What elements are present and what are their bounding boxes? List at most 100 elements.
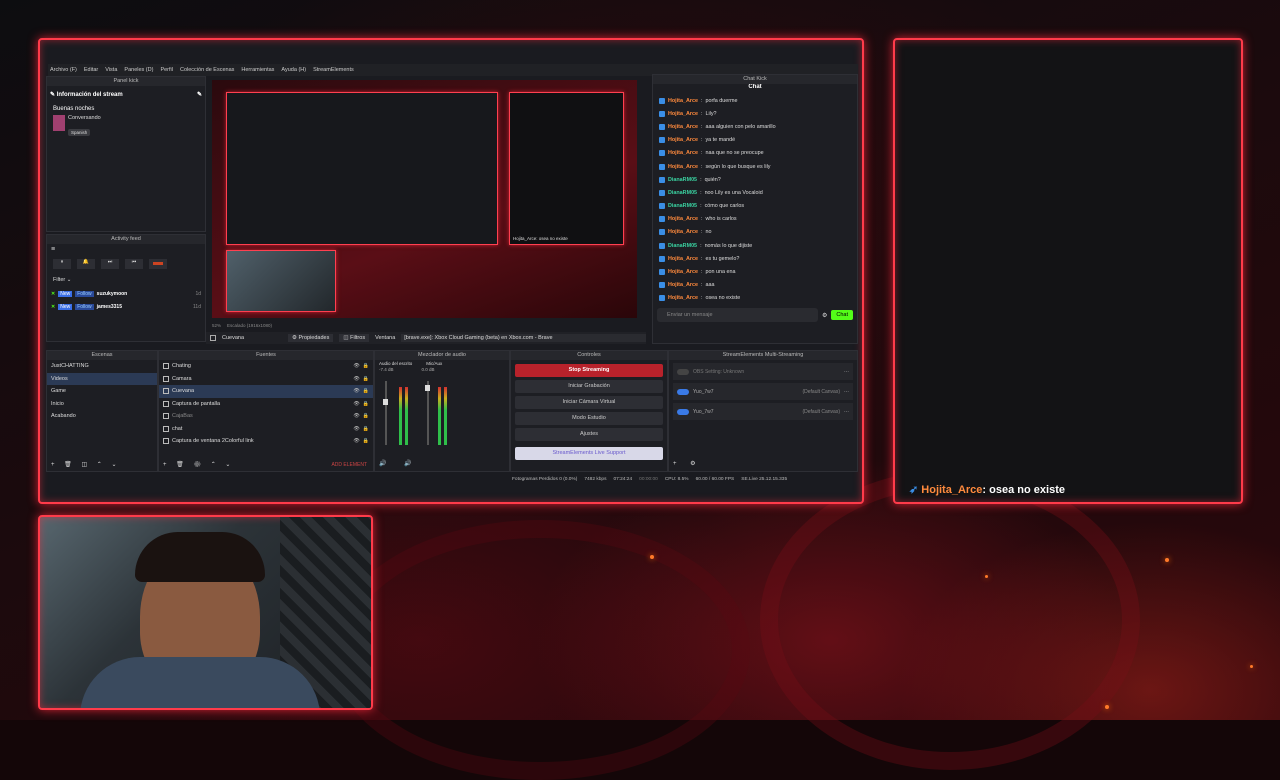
- activity-feed: Activity feed ≡ ⏸ 🔔 ⏭ ⏮ Filter ⌄ ✕ New Fol…: [46, 234, 206, 342]
- streamer-shirt: [80, 657, 320, 708]
- menu-item[interactable]: Vista: [105, 67, 117, 73]
- chat-message: DianaRM05: cómo que carlos: [653, 200, 857, 213]
- scene-toolbar[interactable]: + 🗑 ◫ ⌃ ⌄: [51, 461, 121, 468]
- lock-icon[interactable]: 🔒: [363, 363, 369, 369]
- kick-badge-icon: [659, 295, 665, 302]
- channel-2-fader[interactable]: [425, 381, 430, 445]
- kick-badge-icon: [659, 110, 665, 117]
- scene-item[interactable]: Videos: [47, 372, 157, 385]
- colon: :: [700, 229, 703, 236]
- lock-icon[interactable]: 🔒: [363, 413, 369, 419]
- colon: :: [700, 295, 703, 302]
- source-item[interactable]: Cuevana 👁 🔒: [159, 385, 373, 398]
- lock-icon[interactable]: 🔒: [363, 438, 369, 444]
- menu-item[interactable]: Colección de Escenas: [180, 67, 234, 73]
- source-name: Chating: [172, 363, 191, 370]
- properties-button[interactable]: ⚙ Propiedades: [288, 334, 334, 342]
- source-item[interactable]: Captura de ventana 2Colorful link 👁 🔒: [159, 435, 373, 448]
- eye-icon[interactable]: 👁: [353, 363, 359, 369]
- source-item[interactable]: Camara 👁 🔒: [159, 373, 373, 386]
- settings-button[interactable]: Ajustes: [515, 428, 663, 441]
- panel-kick-title: Panel kick: [47, 77, 205, 86]
- menu-item[interactable]: StreamElements: [313, 67, 354, 73]
- menu-item[interactable]: Editar: [84, 67, 98, 73]
- follow-badge: Follow: [75, 303, 94, 310]
- chat-message: DianaRM05: quién?: [653, 173, 857, 186]
- chat-send-button[interactable]: Chat: [831, 310, 853, 320]
- menu-item[interactable]: Ayuda (H): [281, 67, 306, 73]
- filter-dropdown[interactable]: Filter ⌄: [47, 273, 205, 287]
- studio-mode-button[interactable]: Modo Estudio: [515, 412, 663, 425]
- edit-icon[interactable]: ✎: [197, 91, 202, 98]
- add-element-button[interactable]: ADD ELEMENT: [331, 462, 367, 468]
- chat-text: osea no existe: [705, 295, 741, 302]
- kick-badge-icon: [659, 150, 665, 157]
- lock-icon[interactable]: 🔒: [363, 401, 369, 407]
- toggle-switch[interactable]: [677, 368, 689, 375]
- more-icon[interactable]: ⋯: [844, 369, 849, 375]
- colon: :: [700, 269, 703, 276]
- colon: :: [700, 163, 703, 170]
- lock-icon[interactable]: 🔒: [363, 426, 369, 432]
- source-toolbar-buttons[interactable]: + 🗑 ⚙ ⌃ ⌄: [163, 461, 234, 468]
- chat-message: Hojita_Arce: aaa: [653, 279, 857, 292]
- destination-name: Yuo_7w7: [693, 388, 714, 395]
- channel-1-fader[interactable]: [383, 381, 388, 445]
- stop-streaming-button[interactable]: Stop Streaming: [515, 364, 663, 377]
- lock-icon[interactable]: 🔒: [363, 388, 369, 394]
- hamburger-icon[interactable]: ≡: [47, 244, 205, 255]
- overlay-chat-user: Hojita_Arce: [921, 484, 983, 496]
- source-item[interactable]: Chating 👁 🔒: [159, 360, 373, 373]
- lock-icon[interactable]: 🔒: [363, 376, 369, 382]
- skip-icon[interactable]: ⏭: [101, 259, 119, 269]
- menu-item[interactable]: Archivo (F): [50, 67, 77, 73]
- preview-chat-line: Hojita_Arce: osea no existe: [513, 236, 568, 241]
- chat-text: es tu gemelo?: [705, 255, 740, 262]
- channel-1-meter-left: [399, 387, 402, 445]
- eye-icon[interactable]: 👁: [353, 438, 359, 444]
- preview-webcam: [226, 250, 336, 312]
- chat-tab[interactable]: Chat: [653, 84, 857, 94]
- sources-title: Fuentes: [159, 351, 373, 360]
- filters-button[interactable]: ◫ Filtros: [339, 334, 370, 342]
- source-item[interactable]: chat 👁 🔒: [159, 423, 373, 436]
- canvas-preview[interactable]: Hojita_Arce: osea no existe: [212, 80, 637, 318]
- eye-icon[interactable]: 👁: [353, 426, 359, 432]
- window-select[interactable]: [brave.exe]: Xbox Cloud Gaming (beta) en…: [401, 334, 646, 342]
- start-recording-button[interactable]: Iniciar Grabación: [515, 380, 663, 393]
- stop-icon[interactable]: [149, 259, 167, 269]
- toggle-switch[interactable]: [677, 408, 689, 415]
- streamelements-support-button[interactable]: StreamElements Live Support: [515, 447, 663, 460]
- eye-icon[interactable]: 👁: [353, 388, 359, 394]
- more-icon[interactable]: ⋯: [844, 409, 849, 415]
- colon: :: [700, 97, 703, 104]
- x-icon[interactable]: ✕: [51, 291, 55, 297]
- chat-message: Hojita_Arce: no: [653, 226, 857, 239]
- more-icon[interactable]: ⋯: [844, 389, 849, 395]
- pause-icon[interactable]: ⏸: [53, 259, 71, 269]
- menu-item[interactable]: Perfil: [160, 67, 173, 73]
- menu-item[interactable]: Herramientas: [241, 67, 274, 73]
- x-icon[interactable]: ✕: [51, 304, 55, 310]
- scene-item[interactable]: Inicio: [47, 398, 157, 411]
- mixer-icons[interactable]: 🔊 🔊: [379, 460, 420, 467]
- source-item[interactable]: Captura de pantalla 👁 🔒: [159, 398, 373, 411]
- scene-item[interactable]: Game: [47, 385, 157, 398]
- menu-item[interactable]: Paneles (D): [124, 67, 153, 73]
- scene-item[interactable]: Acabando: [47, 410, 157, 423]
- chat-message: Hojita_Arce: osea no existe: [653, 292, 857, 304]
- chat-input[interactable]: Enviar un mensaje: [657, 308, 818, 322]
- ember: [1250, 665, 1253, 668]
- settings-gear-icon[interactable]: ⚙: [822, 312, 827, 319]
- replay-icon[interactable]: ⏮: [125, 259, 143, 269]
- toggle-switch[interactable]: [677, 388, 689, 395]
- eye-icon[interactable]: 👁: [353, 413, 359, 419]
- source-item[interactable]: CajaBas 👁 🔒: [159, 410, 373, 423]
- multistream-toolbar[interactable]: + ⚙: [673, 460, 702, 467]
- eye-icon[interactable]: 👁: [353, 401, 359, 407]
- activity-list: ✕ New Follow suzukymoon 1d ✕ New Follow james331…: [47, 287, 205, 313]
- bell-icon[interactable]: 🔔: [77, 259, 95, 269]
- start-virtual-camera-button[interactable]: Iniciar Cámara Virtual: [515, 396, 663, 409]
- eye-icon[interactable]: 👁: [353, 376, 359, 382]
- scene-item[interactable]: JustCHATTING: [47, 360, 157, 373]
